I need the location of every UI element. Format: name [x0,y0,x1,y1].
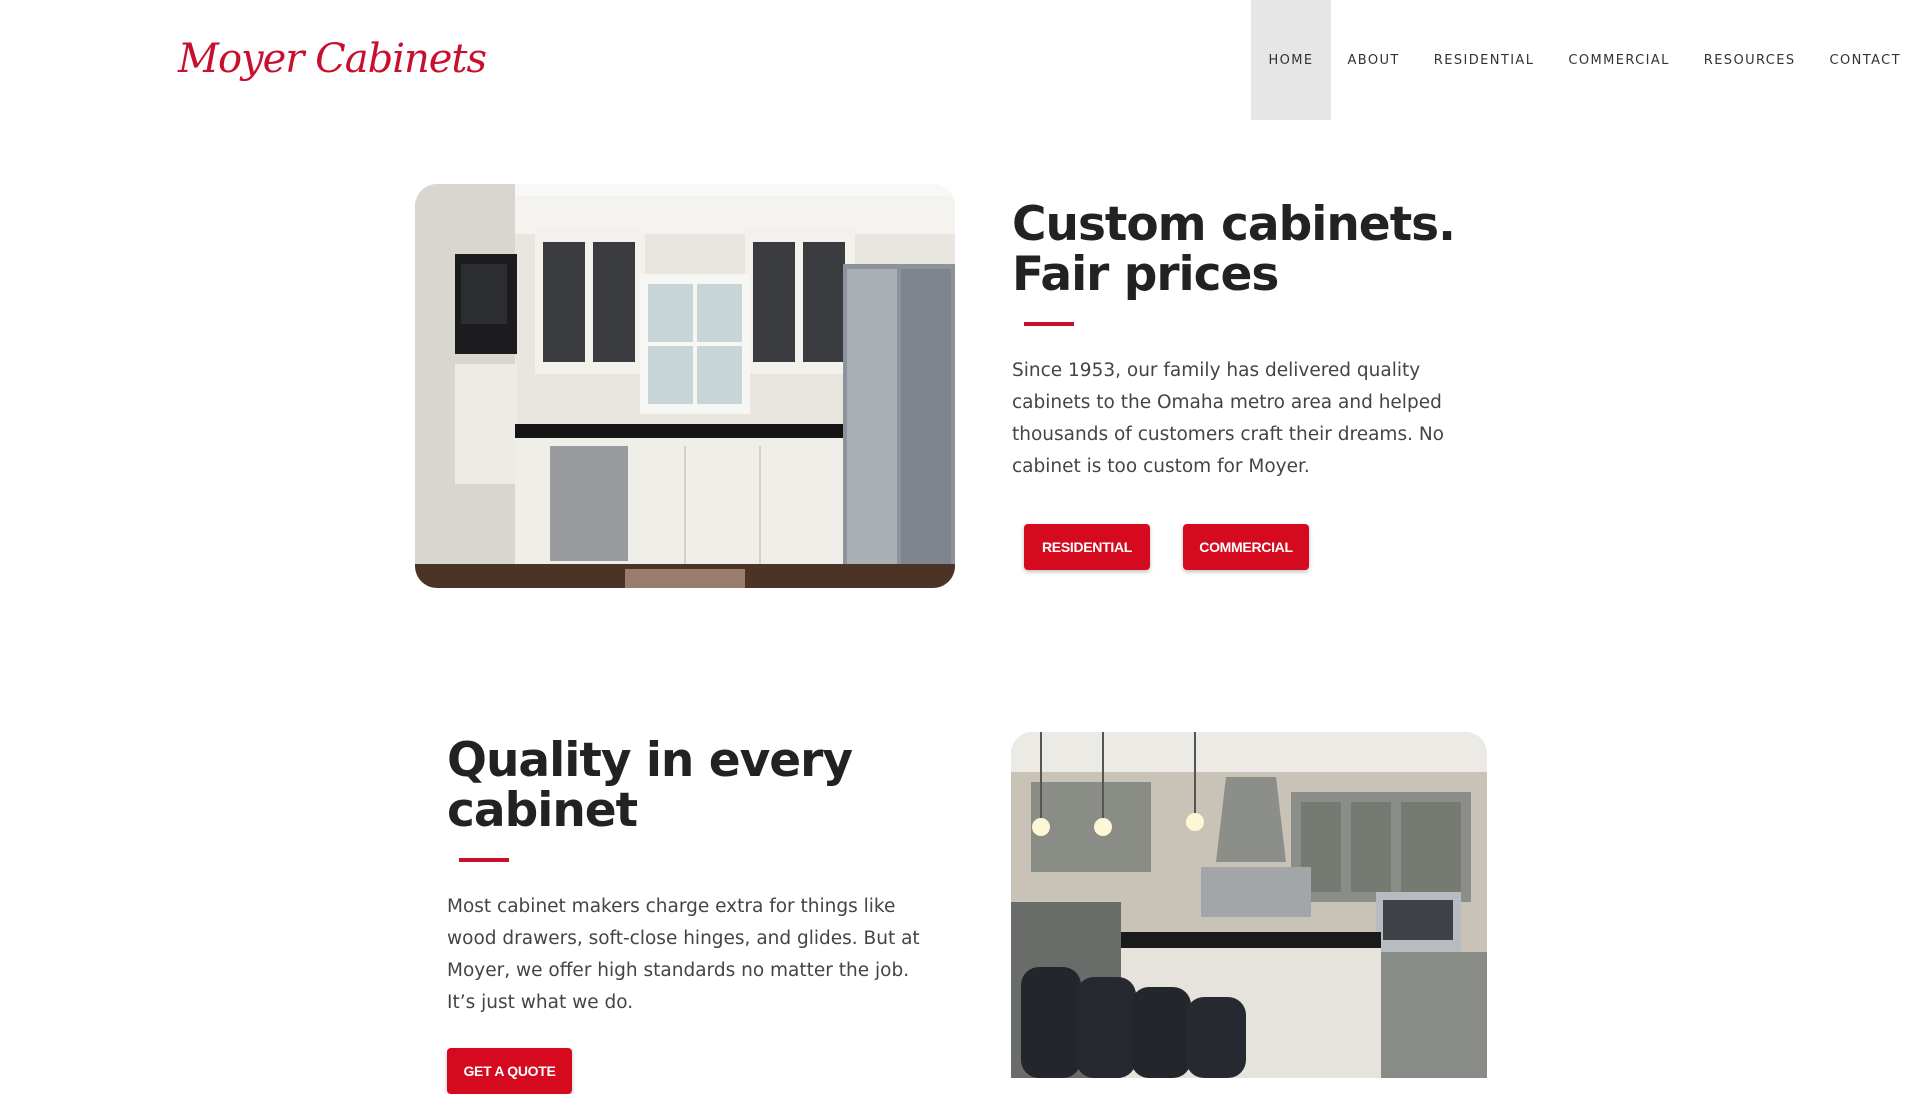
nav-resources[interactable]: RESOURCES [1687,0,1813,120]
hero-kitchen-photo [415,184,955,588]
residential-button[interactable]: RESIDENTIAL [1024,524,1150,570]
hero-heading: Custom cabinets. Fair prices [1012,197,1456,302]
nav-commercial[interactable]: COMMERCIAL [1551,0,1686,120]
hero-paragraph: Since 1953, our family has delivered qua… [1012,360,1444,477]
quality-kitchen-photo [1011,732,1487,1078]
site-logo[interactable]: Moyer Cabinets [178,36,487,82]
quality-divider [459,858,509,862]
commercial-button[interactable]: COMMERCIAL [1183,524,1309,570]
quality-heading: Quality in every cabinet [447,733,853,838]
main-nav: HOME ABOUT RESIDENTIAL COMMERCIAL RESOUR… [1251,0,1918,120]
quality-paragraph: Most cabinet makers charge extra for thi… [447,896,920,1013]
nav-residential[interactable]: RESIDENTIAL [1417,0,1552,120]
nav-about[interactable]: ABOUT [1331,0,1417,120]
hero-divider [1024,322,1074,326]
nav-contact[interactable]: CONTACT [1813,0,1918,120]
nav-home[interactable]: HOME [1251,0,1331,120]
get-quote-button[interactable]: GET A QUOTE [447,1048,572,1094]
